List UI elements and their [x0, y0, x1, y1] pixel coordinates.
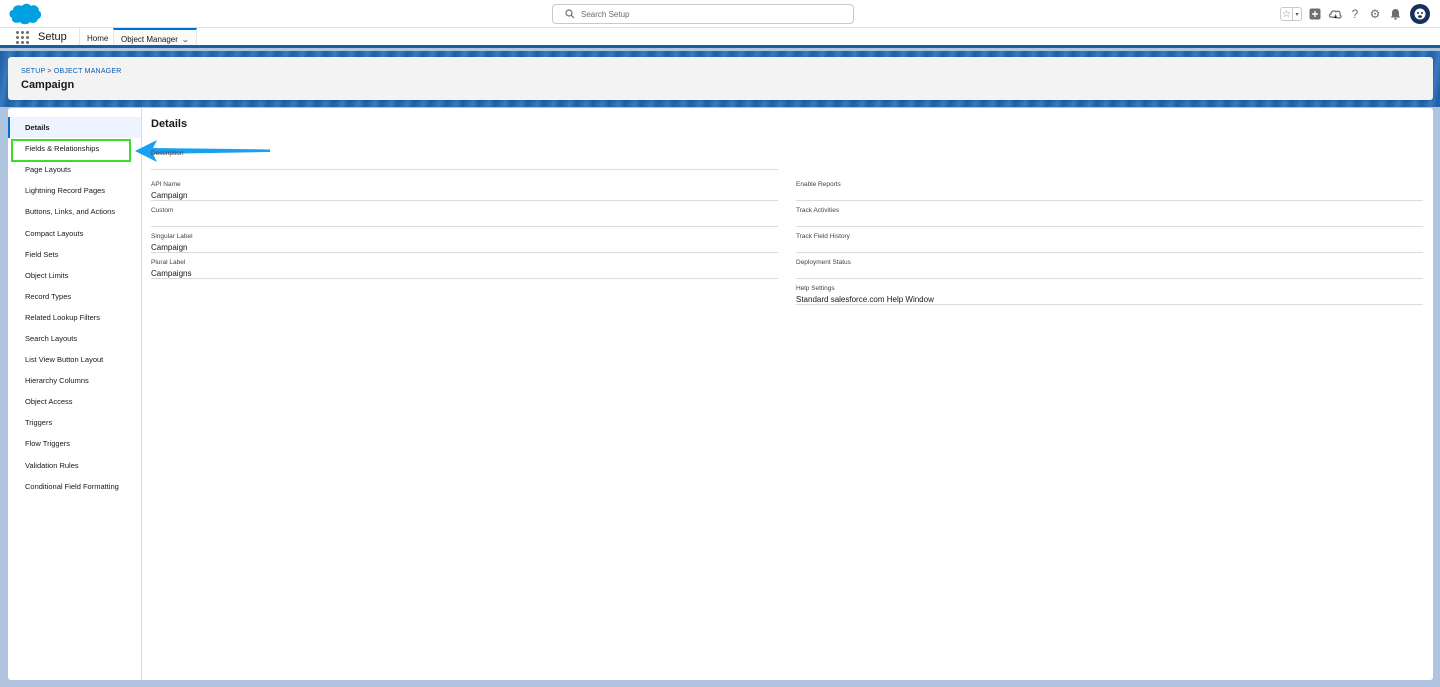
sidebar-item-label: Object Access — [25, 397, 73, 407]
field-label: Custom — [151, 207, 174, 214]
tab-home[interactable]: Home — [79, 28, 115, 48]
chevron-down-icon[interactable]: ⌄ — [181, 35, 190, 44]
page-header: SETUP > OBJECT MANAGER Campaign — [8, 57, 1433, 100]
field-label: Enable Reports — [796, 181, 841, 188]
sidebar-item-field-sets[interactable]: Field Sets — [8, 244, 141, 265]
sidebar-item-label: Page Layouts — [25, 165, 71, 175]
field-api-name: API Name Campaign — [151, 180, 778, 201]
sidebar-item-label: Details — [25, 123, 50, 133]
field-label: Description — [151, 150, 184, 157]
sidebar-item-flow-triggers[interactable]: Flow Triggers — [8, 433, 141, 454]
add-icon[interactable] — [1308, 7, 1322, 21]
field-label: API Name — [151, 181, 181, 188]
main-panel: Details Fields & Relationships Page Layo… — [8, 108, 1433, 680]
field-label: Track Field History — [796, 233, 850, 240]
sidebar-item-buttons-links-actions[interactable]: Buttons, Links, and Actions — [8, 201, 141, 222]
field-track-field-history: Track Field History — [796, 232, 1423, 253]
highlight-box — [11, 139, 131, 162]
field-value: Campaign — [151, 191, 188, 200]
sidebar-item-label: Flow Triggers — [25, 439, 71, 449]
sidebar-item-label: Conditional Field Formatting — [25, 481, 119, 491]
field-label: Deployment Status — [796, 259, 851, 266]
bell-icon[interactable] — [1388, 7, 1402, 21]
field-label: Plural Label — [151, 259, 186, 266]
header-icons: ☆ ▾ ? ⚙ — [1280, 3, 1430, 25]
app-launcher-icon[interactable] — [16, 31, 29, 44]
sidebar-item-label: Hierarchy Columns — [25, 376, 89, 386]
star-icon[interactable]: ☆ — [1281, 8, 1292, 20]
section-title: Details — [151, 118, 188, 130]
search-box[interactable] — [552, 4, 854, 24]
salesforce-logo[interactable] — [8, 2, 42, 26]
tab-home-label: Home — [87, 33, 109, 43]
breadcrumb-setup[interactable]: SETUP — [21, 68, 45, 75]
sidebar-item-search-layouts[interactable]: Search Layouts — [8, 328, 141, 349]
breadcrumb-object-manager[interactable]: OBJECT MANAGER — [54, 68, 122, 75]
field-plural-label: Plural Label Campaigns — [151, 258, 778, 279]
favorites-button[interactable]: ☆ ▾ — [1280, 7, 1302, 21]
sidebar-item-label: Search Layouts — [25, 333, 78, 343]
sidebar-item-validation-rules[interactable]: Validation Rules — [8, 455, 141, 476]
sidebar-item-object-limits[interactable]: Object Limits — [8, 265, 141, 286]
trailhead-icon[interactable] — [1328, 7, 1342, 21]
search-icon — [565, 9, 575, 19]
sidebar-item-label: List View Button Layout — [25, 355, 104, 365]
sidebar-item-label: Triggers — [25, 418, 53, 428]
field-singular-label: Singular Label Campaign — [151, 232, 778, 253]
tab-object-manager[interactable]: Object Manager ⌄ — [113, 28, 197, 48]
sidebar-item-lightning-record-pages[interactable]: Lightning Record Pages — [8, 180, 141, 201]
sidebar-item-record-types[interactable]: Record Types — [8, 286, 141, 307]
sidebar-item-hierarchy-columns[interactable]: Hierarchy Columns — [8, 370, 141, 391]
global-header: ☆ ▾ ? ⚙ — [0, 0, 1440, 28]
avatar[interactable] — [1410, 4, 1430, 24]
field-enable-reports: Enable Reports — [796, 180, 1423, 201]
field-label: Help Settings — [796, 285, 835, 292]
object-sidebar: Details Fields & Relationships Page Layo… — [8, 108, 142, 680]
search-input[interactable] — [581, 7, 841, 21]
app-navigation-bar: Setup Home Object Manager ⌄ — [0, 28, 1440, 48]
field-deployment-status: Deployment Status — [796, 258, 1423, 279]
sidebar-item-related-lookup-filters[interactable]: Related Lookup Filters — [8, 307, 141, 328]
sidebar-item-compact-layouts[interactable]: Compact Layouts — [8, 222, 141, 243]
favorites-dropdown-icon[interactable]: ▾ — [1292, 8, 1301, 20]
sidebar-item-details[interactable]: Details — [8, 117, 141, 139]
sidebar-item-triggers[interactable]: Triggers — [8, 412, 141, 433]
field-value: Standard salesforce.com Help Window — [796, 295, 934, 304]
gear-icon[interactable]: ⚙ — [1368, 7, 1382, 21]
field-help-settings: Help Settings Standard salesforce.com He… — [796, 284, 1423, 305]
sidebar-item-label: Related Lookup Filters — [25, 312, 101, 322]
field-description: Description — [151, 149, 778, 170]
sidebar-item-label: Lightning Record Pages — [25, 186, 106, 196]
tab-object-manager-label: Object Manager — [121, 34, 178, 44]
sidebar-item-label: Record Types — [25, 291, 72, 301]
sidebar-item-list-view-button-layout[interactable]: List View Button Layout — [8, 349, 141, 370]
field-label: Track Activities — [796, 207, 840, 214]
sidebar-item-page-layouts[interactable]: Page Layouts — [8, 159, 141, 180]
breadcrumb: SETUP > OBJECT MANAGER — [21, 68, 121, 75]
sidebar-item-label: Object Limits — [25, 270, 69, 280]
sidebar-item-label: Buttons, Links, and Actions — [25, 207, 116, 217]
breadcrumb-separator: > — [47, 68, 52, 75]
field-custom: Custom — [151, 206, 778, 227]
sidebar-item-label: Compact Layouts — [25, 228, 84, 238]
field-label: Singular Label — [151, 233, 193, 240]
field-track-activities: Track Activities — [796, 206, 1423, 227]
sidebar-item-label: Field Sets — [25, 249, 59, 259]
page-title: Campaign — [21, 79, 75, 91]
field-value: Campaigns — [151, 269, 192, 278]
sidebar-item-label: Validation Rules — [25, 460, 79, 470]
sidebar-item-object-access[interactable]: Object Access — [8, 391, 141, 412]
field-value: Campaign — [151, 243, 188, 252]
sidebar-item-conditional-field-formatting[interactable]: Conditional Field Formatting — [8, 476, 141, 497]
help-icon[interactable]: ? — [1348, 7, 1362, 21]
app-name: Setup — [38, 31, 67, 43]
